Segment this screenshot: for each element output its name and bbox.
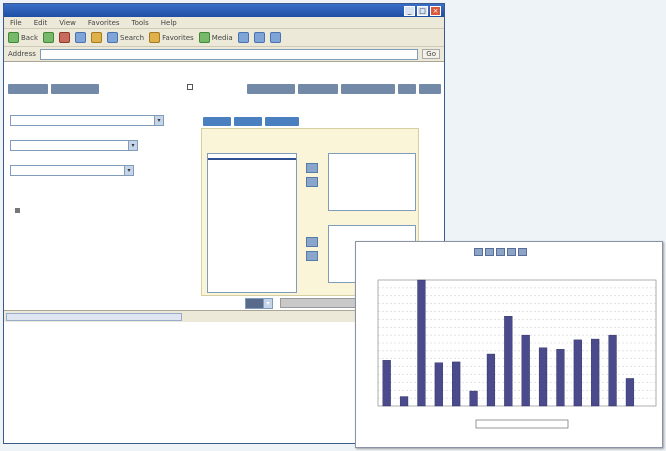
bar-chart (377, 279, 657, 429)
bar (521, 334, 530, 407)
go-button[interactable]: Go (422, 49, 440, 59)
favorites-button[interactable]: Favorites (149, 32, 194, 43)
media-label: Media (211, 33, 233, 42)
bar (469, 390, 478, 407)
right-tab-3[interactable] (341, 84, 395, 94)
search-button[interactable]: Search (107, 32, 144, 43)
dim-tab-1[interactable] (203, 117, 231, 126)
forward-arrow-icon[interactable] (43, 32, 54, 43)
right-tab-5[interactable] (419, 84, 441, 94)
bar (504, 316, 513, 407)
chart-type-select[interactable]: ▾ (245, 298, 273, 309)
right-tab-4[interactable] (398, 84, 416, 94)
address-bar: Address Go (4, 47, 444, 62)
bar (573, 339, 582, 407)
history-icon[interactable] (237, 32, 249, 43)
horizontal-scrollbar[interactable] (6, 313, 182, 321)
right-tab-1[interactable] (247, 84, 295, 94)
list-item[interactable] (329, 226, 415, 228)
left-tab-1[interactable] (8, 84, 48, 94)
minimize-icon[interactable]: _ (404, 5, 415, 16)
star-icon (149, 32, 161, 43)
media-button[interactable]: Media (198, 32, 233, 43)
bar (417, 279, 426, 407)
bar (399, 396, 409, 407)
bar (486, 353, 496, 407)
bar (434, 362, 443, 407)
bullet-icon (15, 208, 20, 213)
field1-select[interactable]: ▾ (10, 115, 164, 126)
menu-file[interactable]: File (10, 19, 22, 27)
option-checkbox[interactable] (187, 84, 193, 90)
browser-toolbar: Back Search Favorites Media (4, 29, 444, 47)
back-arrow-icon (8, 32, 19, 43)
chart-settings-icon[interactable] (518, 248, 527, 256)
desktop: _ □ × File Edit View Favorites Tools Hel… (0, 0, 666, 451)
back-button[interactable]: Back (8, 32, 38, 43)
field2-select[interactable]: ▾ (10, 140, 138, 151)
favorites-label: Favorites (162, 33, 194, 42)
move-right-button[interactable] (306, 237, 318, 247)
bar (625, 378, 635, 407)
chart-zoom-icon[interactable] (507, 248, 516, 256)
chevron-down-icon: ▾ (263, 299, 272, 308)
menu-help[interactable]: Help (161, 19, 177, 27)
bar (538, 347, 548, 407)
bar (452, 361, 461, 407)
dim-tab-2[interactable] (234, 117, 262, 126)
media-icon (198, 32, 210, 43)
address-label: Address (8, 50, 36, 58)
menu-favorites[interactable]: Favorites (88, 19, 120, 27)
maximize-icon[interactable]: □ (417, 5, 428, 16)
list-item[interactable] (329, 154, 415, 156)
print-icon[interactable] (269, 32, 281, 43)
menu-bar: File Edit View Favorites Tools Help (4, 17, 444, 29)
mail-icon[interactable] (253, 32, 265, 43)
left-tab-2[interactable] (51, 84, 99, 94)
field3-select[interactable]: ▾ (10, 165, 134, 176)
available-list[interactable] (207, 153, 297, 293)
search-label: Search (120, 33, 145, 42)
chevron-down-icon: ▾ (154, 116, 163, 125)
chart-save-icon[interactable] (485, 248, 494, 256)
back-label: Back (21, 33, 38, 42)
refresh-icon[interactable] (75, 32, 86, 43)
apply-button[interactable] (280, 298, 360, 308)
stop-icon[interactable] (59, 32, 70, 43)
close-icon[interactable]: × (430, 5, 441, 16)
menu-edit[interactable]: Edit (34, 19, 48, 27)
move-right-button[interactable] (306, 163, 318, 173)
move-left-button[interactable] (306, 251, 318, 261)
home-icon[interactable] (91, 32, 102, 43)
title-bar[interactable]: _ □ × (4, 4, 444, 17)
move-left-button[interactable] (306, 177, 318, 187)
chevron-down-icon: ▾ (128, 141, 137, 150)
list-item-selected[interactable] (208, 158, 296, 160)
bar (591, 338, 600, 407)
chevron-down-icon: ▾ (124, 166, 133, 175)
chart-copy-icon[interactable] (496, 248, 505, 256)
address-input[interactable] (39, 48, 419, 60)
bar (556, 349, 565, 407)
chart-legend (475, 419, 569, 429)
bar (382, 360, 391, 407)
dim-tab-3[interactable] (265, 117, 299, 126)
right-tab-2[interactable] (298, 84, 338, 94)
menu-view[interactable]: View (59, 19, 76, 27)
chart-print-icon[interactable] (474, 248, 483, 256)
bar (608, 334, 617, 407)
chart-toolbar (474, 248, 527, 256)
chart-window (355, 241, 663, 448)
search-icon (107, 32, 118, 43)
menu-tools[interactable]: Tools (132, 19, 149, 27)
columns-list[interactable] (328, 153, 416, 211)
